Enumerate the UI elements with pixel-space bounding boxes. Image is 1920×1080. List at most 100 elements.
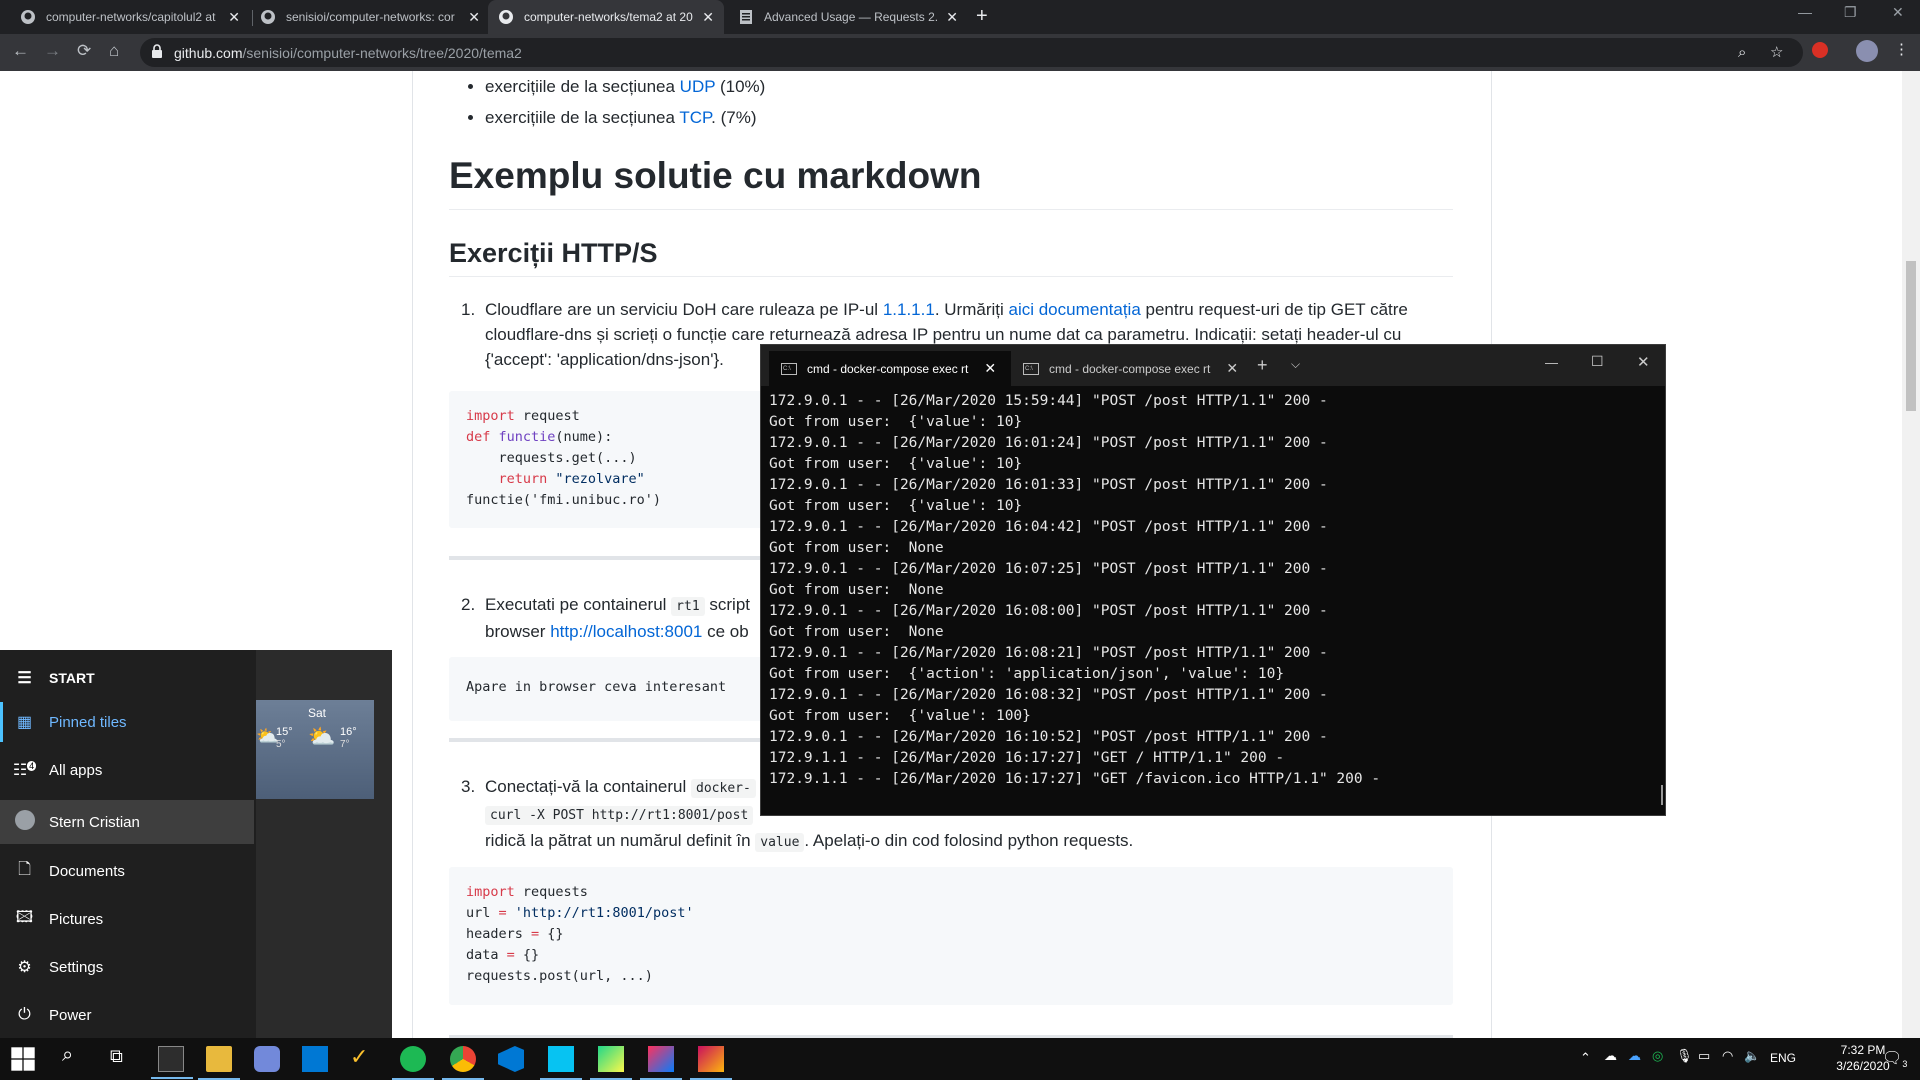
browser-tab-3[interactable]: computer-networks/tema2 at 20 ✕ bbox=[488, 0, 724, 34]
notification-icon[interactable]: 🗨3 bbox=[1882, 1048, 1907, 1069]
terminal-scrollbar[interactable] bbox=[1661, 785, 1663, 805]
inline-code: curl -X POST http://rt1:8001/post bbox=[485, 806, 754, 825]
terminal-line: Got from user: {'value': 10} bbox=[769, 498, 1023, 514]
start-user-account[interactable]: Stern Cristian bbox=[0, 800, 254, 844]
address-bar[interactable]: github.com/senisioi/computer-networks/tr… bbox=[140, 38, 1803, 67]
more-menu-icon[interactable]: ⋮ bbox=[1894, 40, 1909, 58]
close-window-icon[interactable]: ✕ bbox=[1637, 353, 1650, 371]
search-icon[interactable]: ⌕ bbox=[62, 1044, 88, 1070]
terminal-window[interactable]: C:\ cmd - docker-compose exec rt ✕ C:\ c… bbox=[760, 344, 1666, 816]
terminal-line: Got from user: {'action': 'application/j… bbox=[769, 666, 1285, 682]
close-tab-icon[interactable]: ✕ bbox=[946, 9, 958, 26]
start-settings[interactable]: ⚙ Settings bbox=[0, 945, 254, 989]
tcp-link[interactable]: TCP bbox=[679, 108, 711, 127]
terminal-line: 172.9.1.1 - - [26/Mar/2020 16:17:27] "GE… bbox=[769, 771, 1381, 787]
tiles-icon: ▦ bbox=[16, 714, 33, 731]
ip-link[interactable]: 1.1.1.1 bbox=[883, 300, 935, 319]
terminal-line: 172.9.1.1 - - [26/Mar/2020 16:17:27] "GE… bbox=[769, 750, 1285, 766]
microphone-icon[interactable]: 🎙 bbox=[1676, 1048, 1693, 1064]
list-item: exercițiile de la secțiunea UDP (10%) bbox=[485, 71, 765, 102]
udp-link[interactable]: UDP bbox=[680, 77, 716, 96]
bookmark-star-icon[interactable]: ☆ bbox=[1770, 43, 1783, 61]
todo-icon[interactable]: ✓ bbox=[350, 1044, 376, 1070]
page-scrollbar[interactable] bbox=[1902, 71, 1920, 1038]
terminal-tab-title: cmd - docker-compose exec rt bbox=[807, 361, 969, 376]
terminal-tab-bar: C:\ cmd - docker-compose exec rt ✕ C:\ c… bbox=[761, 345, 1665, 386]
rider-icon[interactable] bbox=[690, 1046, 732, 1080]
spotify-icon[interactable] bbox=[392, 1046, 434, 1080]
lock-icon[interactable] bbox=[152, 44, 162, 58]
terminal-tab-1[interactable]: C:\ cmd - docker-compose exec rt ✕ bbox=[769, 351, 1011, 386]
maximize-icon[interactable]: ☐ bbox=[1591, 353, 1604, 370]
pycharm-icon[interactable] bbox=[590, 1046, 632, 1080]
cmd-icon: C:\ bbox=[781, 362, 797, 375]
restore-icon[interactable]: ❐ bbox=[1844, 4, 1857, 21]
browser-tab-title: Advanced Usage — Requests 2.2 bbox=[764, 10, 939, 24]
new-terminal-tab-icon[interactable]: + bbox=[1257, 355, 1268, 376]
chevron-down-icon[interactable]: ⌵ bbox=[1291, 357, 1300, 372]
close-tab-icon[interactable]: ✕ bbox=[984, 360, 996, 377]
start-power[interactable]: ⏻ Power bbox=[0, 993, 254, 1037]
close-window-icon[interactable]: ✕ bbox=[1892, 4, 1904, 21]
start-menu-sidebar: ☰ START ▦ Pinned tiles ☷ 4 All apps Stern… bbox=[0, 650, 256, 1040]
weather-tile[interactable]: Sat ⛅ 15° 5° ⛅ 16° 7° bbox=[256, 700, 374, 799]
wifi-icon[interactable]: ◠ bbox=[1722, 1048, 1733, 1064]
start-all-apps[interactable]: ☷ 4 All apps bbox=[0, 748, 254, 792]
language-indicator[interactable]: ENG bbox=[1770, 1051, 1796, 1065]
spotify-tray-icon[interactable]: ◎ bbox=[1652, 1048, 1663, 1064]
browser-tab-title: computer-networks/tema2 at 20 bbox=[524, 10, 693, 24]
start-pictures[interactable]: 🖾 Pictures bbox=[0, 897, 254, 941]
home-icon[interactable]: ⌂ bbox=[109, 41, 119, 61]
chevron-up-icon[interactable]: ⌃ bbox=[1580, 1050, 1591, 1066]
weather-temp: 15° bbox=[276, 726, 293, 738]
onedrive-icon[interactable]: ☁ bbox=[1628, 1048, 1641, 1064]
browser-tab-2[interactable]: senisioi/computer-networks: cor ✕ bbox=[250, 0, 490, 34]
start-header[interactable]: ☰ START bbox=[0, 656, 254, 700]
localhost-link[interactable]: http://localhost:8001 bbox=[550, 622, 702, 641]
terminal-output[interactable]: 172.9.0.1 - - [26/Mar/2020 15:59:44] "PO… bbox=[769, 391, 1655, 807]
start-documents[interactable]: 🗋 Documents bbox=[0, 849, 254, 893]
terminal-line: 172.9.0.1 - - [26/Mar/2020 16:01:33] "PO… bbox=[769, 477, 1328, 493]
extension-icon[interactable] bbox=[1812, 42, 1828, 58]
close-tab-icon[interactable]: ✕ bbox=[702, 9, 714, 26]
forward-arrow-icon[interactable]: → bbox=[44, 41, 61, 61]
avatar[interactable] bbox=[1856, 40, 1878, 62]
code-block: import requests url = 'http://rt1:8001/p… bbox=[449, 867, 1453, 1005]
divider bbox=[449, 209, 1453, 210]
minimize-icon[interactable]: — bbox=[1545, 355, 1558, 370]
documentation-link[interactable]: aici documentația bbox=[1008, 300, 1140, 319]
picture-icon: 🖾 bbox=[15, 908, 34, 926]
file-explorer-icon[interactable] bbox=[198, 1046, 240, 1080]
terminal-line: 172.9.0.1 - - [26/Mar/2020 16:01:24] "PO… bbox=[769, 435, 1328, 451]
cloud-icon[interactable]: ☁ bbox=[1604, 1048, 1617, 1064]
start-pinned-tiles[interactable]: ▦ Pinned tiles bbox=[0, 700, 254, 744]
scrollbar-thumb[interactable] bbox=[1906, 261, 1916, 411]
minimize-icon[interactable]: — bbox=[1798, 4, 1812, 20]
webstorm-icon[interactable] bbox=[540, 1046, 582, 1080]
volume-icon[interactable]: 🔈 bbox=[1744, 1048, 1760, 1064]
reload-icon[interactable]: ⟳ bbox=[77, 41, 91, 61]
terminal-tab-2[interactable]: C:\ cmd - docker-compose exec rt ✕ bbox=[1011, 351, 1253, 386]
terminal-line: Got from user: None bbox=[769, 582, 944, 598]
windows-start-icon[interactable] bbox=[10, 1046, 36, 1072]
terminal-line: 172.9.0.1 - - [26/Mar/2020 16:10:52] "PO… bbox=[769, 729, 1328, 745]
battery-icon[interactable]: ▭ bbox=[1698, 1048, 1710, 1064]
close-tab-icon[interactable]: ✕ bbox=[228, 9, 240, 26]
mail-icon[interactable] bbox=[302, 1046, 328, 1072]
browser-tab-1[interactable]: computer-networks/capitolul2 at ✕ bbox=[10, 0, 250, 34]
new-tab-button[interactable]: + bbox=[976, 5, 988, 28]
intellij-icon[interactable] bbox=[640, 1046, 682, 1080]
bullet-list: exercițiile de la secțiunea UDP (10%) ex… bbox=[449, 71, 765, 133]
terminal-icon[interactable] bbox=[151, 1046, 193, 1079]
chrome-icon[interactable] bbox=[442, 1046, 484, 1080]
vscode-icon[interactable] bbox=[498, 1046, 524, 1072]
discord-icon[interactable] bbox=[254, 1046, 280, 1072]
terminal-line: Got from user: {'value': 100} bbox=[769, 708, 1031, 724]
close-tab-icon[interactable]: ✕ bbox=[468, 9, 480, 26]
zoom-icon[interactable]: ⌕ bbox=[1738, 44, 1746, 61]
list-number: 1. bbox=[461, 300, 476, 319]
task-view-icon[interactable]: ⧉ bbox=[110, 1046, 136, 1072]
browser-tab-4[interactable]: Advanced Usage — Requests 2.2 ✕ bbox=[728, 0, 968, 34]
back-arrow-icon[interactable]: ← bbox=[12, 41, 29, 61]
close-tab-icon[interactable]: ✕ bbox=[1226, 360, 1238, 377]
